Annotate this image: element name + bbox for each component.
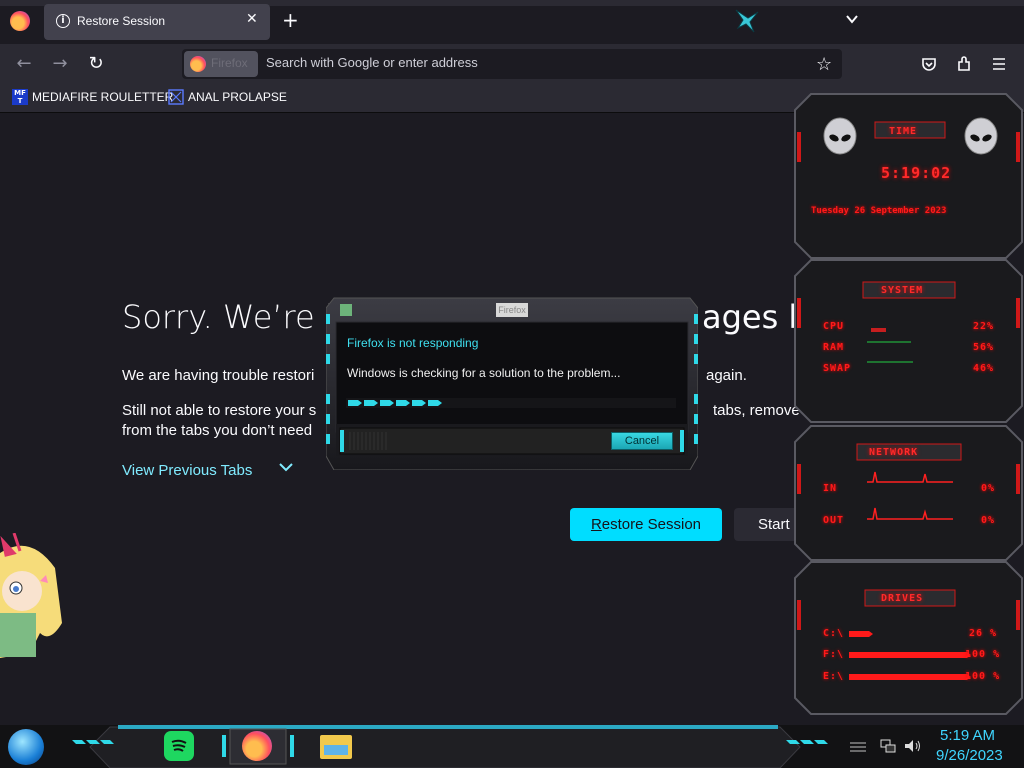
cancel-button[interactable]: Cancel <box>611 432 673 450</box>
tab-title: Restore Session <box>77 14 166 28</box>
identity-box[interactable]: Firefox <box>184 51 258 77</box>
drive-e-label: E:\ <box>823 671 845 682</box>
drive-f-label: F:\ <box>823 649 845 660</box>
system-swap-label: SWAP <box>823 363 852 374</box>
mediafire-icon: MF T <box>12 89 28 105</box>
chevron-down-icon[interactable] <box>845 12 859 26</box>
bird-logo-icon <box>735 9 759 33</box>
firefox-view-icon[interactable] <box>10 11 30 31</box>
restore-accesskey: R <box>590 516 602 533</box>
taskbar-clock-date[interactable]: 9/26/2023 <box>936 747 1003 764</box>
not-responding-dialog: Firefox Firefox is not responding Window… <box>326 294 698 470</box>
spotify-app-icon[interactable] <box>164 731 194 761</box>
network-tray-icon[interactable] <box>880 739 896 753</box>
page-title: Sorry. We’re h <box>122 298 346 336</box>
taskbar-clock-time[interactable]: 5:19 AM <box>940 727 995 744</box>
description-line-3: from the tabs you don’t need <box>122 422 313 439</box>
system-cpu-value: 22% <box>973 321 995 332</box>
spotify-glyph-icon <box>171 739 187 752</box>
dialog-heading: Firefox is not responding <box>347 336 479 350</box>
pocket-icon[interactable] <box>920 55 938 73</box>
firefox-app-icon[interactable] <box>242 731 272 761</box>
url-bar[interactable]: Firefox ☆ <box>182 49 842 79</box>
navigation-toolbar: ← → ↻ Firefox ☆ <box>0 44 1024 84</box>
bookmark-mediafire-rouletter[interactable]: MEDIAFIRE ROULETTER <box>32 90 173 104</box>
description-line-1: We are having trouble restori <box>122 367 315 384</box>
extensions-icon[interactable] <box>955 55 973 73</box>
bookmark-star-icon[interactable]: ☆ <box>816 54 832 75</box>
system-cpu-label: CPU <box>823 321 845 332</box>
network-out-value: 0% <box>981 515 996 526</box>
system-ram-label: RAM <box>823 342 845 353</box>
chevron-down-icon[interactable] <box>277 458 295 476</box>
dialog-message: Windows is checking for a solution to th… <box>347 366 621 380</box>
close-tab-icon[interactable]: ✕ <box>246 11 258 27</box>
dialog-title: Firefox <box>496 303 528 317</box>
description-line-2: Still not able to restore your s <box>122 402 317 419</box>
taskbar-frame <box>0 725 1024 768</box>
tray-expand-icon[interactable] <box>848 741 868 753</box>
gadget-system-title: SYSTEM <box>881 285 924 296</box>
tab-bar: i Restore Session ✕ + <box>0 0 1024 44</box>
gadget-date: Tuesday 26 September 2023 <box>811 206 947 216</box>
network-in-label: IN <box>823 483 838 494</box>
restore-session-button[interactable]: Restore Session <box>570 508 722 541</box>
view-previous-tabs-link[interactable]: View Previous Tabs <box>122 462 252 479</box>
url-input[interactable] <box>266 55 786 70</box>
restore-label-rest: estore Session <box>601 516 702 533</box>
description-line-1-end: again. <box>706 367 747 384</box>
hamburger-menu-icon[interactable] <box>991 56 1007 72</box>
system-ram-value: 56% <box>973 342 995 353</box>
info-icon: i <box>56 14 70 28</box>
drive-f-value: 100 % <box>965 649 1001 660</box>
gadget-clock: 5:19:02 <box>881 164 952 182</box>
new-tab-button[interactable]: + <box>282 10 299 30</box>
gadget-time-title: TIME <box>889 126 918 137</box>
forward-button[interactable]: → <box>50 54 70 74</box>
bookmark-anal-prolapse[interactable]: ANAL PROLAPSE <box>188 90 287 104</box>
reload-button[interactable]: ↻ <box>86 54 106 74</box>
gadget-drives-title: DRIVES <box>881 593 924 604</box>
folder-window-icon <box>324 745 348 755</box>
start-orb-button[interactable] <box>8 729 44 765</box>
identity-label: Firefox <box>211 56 248 70</box>
gadgets-frame <box>794 93 1023 715</box>
network-out-label: OUT <box>823 515 845 526</box>
desktop-gadgets-panel: TIME 5:19:02 Tuesday 26 September 2023 S… <box>793 92 1024 718</box>
ksmart-icon <box>168 89 184 105</box>
drive-c-label: C:\ <box>823 628 845 639</box>
network-in-value: 0% <box>981 483 996 494</box>
taskbar <box>0 725 1024 768</box>
system-swap-value: 46% <box>973 363 995 374</box>
volume-tray-icon[interactable] <box>904 739 922 753</box>
drive-e-value: 100 % <box>965 671 1001 682</box>
star-butterfly-character-image <box>0 533 62 658</box>
back-button[interactable]: ← <box>14 54 34 74</box>
file-explorer-app-icon[interactable] <box>320 735 352 759</box>
drive-c-value: 26 % <box>969 628 998 639</box>
firefox-icon <box>190 56 206 72</box>
gadget-network-title: NETWORK <box>869 447 919 458</box>
tab-restore-session[interactable]: i Restore Session ✕ <box>44 4 270 40</box>
